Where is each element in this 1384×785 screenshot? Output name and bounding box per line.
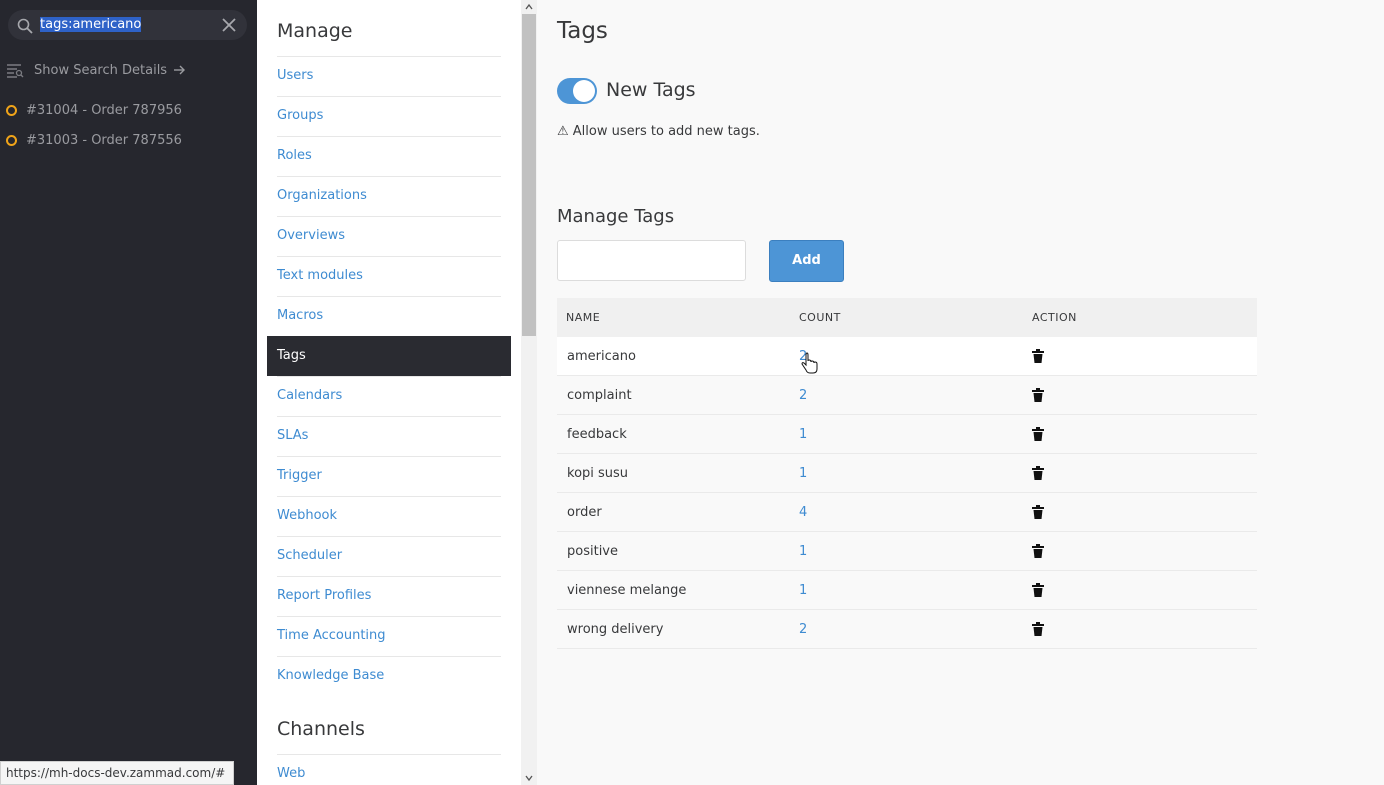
tag-action-cell <box>1023 388 1257 402</box>
search-input[interactable]: tags:americano <box>40 16 142 33</box>
trash-icon[interactable] <box>1032 622 1044 636</box>
search-query-text: tags:americano <box>40 17 142 32</box>
new-tags-hint: ⚠ Allow users to add new tags. <box>557 124 760 139</box>
nav-item-slas[interactable]: SLAs <box>277 416 501 456</box>
tag-action-cell <box>1023 427 1257 441</box>
table-row: kopi susu 1 <box>557 454 1257 493</box>
search-icon <box>17 18 33 34</box>
tag-count-link[interactable]: 1 <box>790 466 1023 481</box>
mouse-cursor-icon <box>801 352 818 374</box>
table-row: feedback 1 <box>557 415 1257 454</box>
nav-item-overviews[interactable]: Overviews <box>277 216 501 256</box>
tag-count-link[interactable]: 4 <box>790 505 1023 520</box>
table-row: order 4 <box>557 493 1257 532</box>
nav-item-organizations[interactable]: Organizations <box>277 176 501 216</box>
tag-count-link[interactable]: 2 <box>790 388 1023 403</box>
nav-item-trigger[interactable]: Trigger <box>277 456 501 496</box>
nav-item-scheduler[interactable]: Scheduler <box>277 536 501 576</box>
trash-icon[interactable] <box>1032 583 1044 597</box>
tag-count-link[interactable]: 2 <box>790 622 1023 637</box>
tag-action-cell <box>1023 583 1257 597</box>
tag-name: complaint <box>567 387 632 403</box>
new-tags-toggle[interactable] <box>557 78 597 104</box>
list-filter-icon <box>7 64 24 78</box>
nav-item-users[interactable]: Users <box>277 56 501 96</box>
new-tags-label: New Tags <box>606 79 696 101</box>
table-row: americano 2 <box>557 337 1257 376</box>
tag-name: positive <box>567 543 618 559</box>
search-box[interactable]: tags:americano <box>8 10 247 40</box>
manage-tags-heading: Manage Tags <box>557 206 675 227</box>
search-result-item[interactable]: #31003 - Order 787556 <box>6 130 182 150</box>
arrow-right-icon <box>174 65 186 75</box>
table-row: complaint 2 <box>557 376 1257 415</box>
nav-item-roles[interactable]: Roles <box>277 136 501 176</box>
nav-item-webhook[interactable]: Webhook <box>277 496 501 536</box>
manage-heading: Manage <box>277 20 353 42</box>
tag-action-cell <box>1023 466 1257 480</box>
tag-action-cell <box>1023 544 1257 558</box>
search-result-label: #31003 - Order 787556 <box>26 132 182 148</box>
nav-item-groups[interactable]: Groups <box>277 96 501 136</box>
new-tag-input[interactable] <box>557 240 746 281</box>
nav-item-tags[interactable]: Tags <box>267 336 511 376</box>
search-result-item[interactable]: #31004 - Order 787956 <box>6 100 182 120</box>
tag-count-link[interactable]: 1 <box>790 544 1023 559</box>
table-row: positive 1 <box>557 532 1257 571</box>
search-result-label: #31004 - Order 787956 <box>26 102 182 118</box>
nav-item-time-accounting[interactable]: Time Accounting <box>277 616 501 656</box>
column-header-name: NAME <box>566 311 601 324</box>
nav-item-web[interactable]: Web <box>277 754 501 785</box>
channels-nav-list: Web <box>277 754 501 785</box>
tag-name: kopi susu <box>567 465 629 481</box>
nav-item-text-modules[interactable]: Text modules <box>277 256 501 296</box>
nav-scrollbar[interactable] <box>521 0 537 785</box>
nav-item-macros[interactable]: Macros <box>277 296 501 336</box>
table-row: viennese melange 1 <box>557 571 1257 610</box>
trash-icon[interactable] <box>1032 466 1044 480</box>
nav-item-knowledge-base[interactable]: Knowledge Base <box>277 656 501 696</box>
trash-icon[interactable] <box>1032 349 1044 363</box>
tag-count-link[interactable]: 2 <box>790 349 1023 364</box>
table-row: wrong delivery 2 <box>557 610 1257 649</box>
tag-name: viennese melange <box>567 582 687 598</box>
tag-count-link[interactable]: 1 <box>790 583 1023 598</box>
tag-name: order <box>567 504 602 520</box>
tag-name: feedback <box>567 426 627 442</box>
trash-icon[interactable] <box>1032 427 1044 441</box>
show-search-details-link[interactable]: Show Search Details <box>6 60 186 80</box>
trash-icon[interactable] <box>1032 505 1044 519</box>
tag-name: wrong delivery <box>567 621 664 637</box>
add-tag-button[interactable]: Add <box>769 240 844 282</box>
ticket-status-icon <box>6 134 17 146</box>
tag-name: americano <box>567 348 636 364</box>
tag-action-cell <box>1023 622 1257 636</box>
scroll-down-icon[interactable] <box>525 774 533 782</box>
nav-item-report-profiles[interactable]: Report Profiles <box>277 576 501 616</box>
column-header-count: COUNT <box>799 311 841 324</box>
page-title: Tags <box>557 18 608 44</box>
tags-settings-page: Tags New Tags ⚠ Allow users to add new t… <box>537 0 1384 785</box>
tag-action-cell <box>1023 349 1257 363</box>
link-status-bar: https://mh-docs-dev.zammad.com/# <box>0 761 235 785</box>
admin-navigation: Manage Users Groups Roles Organizations … <box>257 0 521 785</box>
ticket-status-icon <box>6 104 17 116</box>
table-header: NAME COUNT ACTION <box>557 298 1257 337</box>
tags-table: NAME COUNT ACTION americano 2 complaint 2 fe… <box>557 298 1257 649</box>
toggle-knob <box>573 80 595 102</box>
manage-nav-list: Users Groups Roles Organizations Overvie… <box>267 56 511 696</box>
trash-icon[interactable] <box>1032 388 1044 402</box>
scroll-up-icon[interactable] <box>525 3 533 11</box>
tag-action-cell <box>1023 505 1257 519</box>
channels-heading: Channels <box>277 718 365 740</box>
scrollbar-thumb[interactable] <box>522 14 536 336</box>
close-icon[interactable] <box>221 17 237 33</box>
trash-icon[interactable] <box>1032 544 1044 558</box>
show-search-details-label: Show Search Details <box>34 62 168 78</box>
column-header-action: ACTION <box>1032 311 1077 324</box>
tag-count-link[interactable]: 1 <box>790 427 1023 442</box>
search-sidebar: tags:americano Show Search Details #3100… <box>0 0 257 785</box>
nav-item-calendars[interactable]: Calendars <box>277 376 501 416</box>
